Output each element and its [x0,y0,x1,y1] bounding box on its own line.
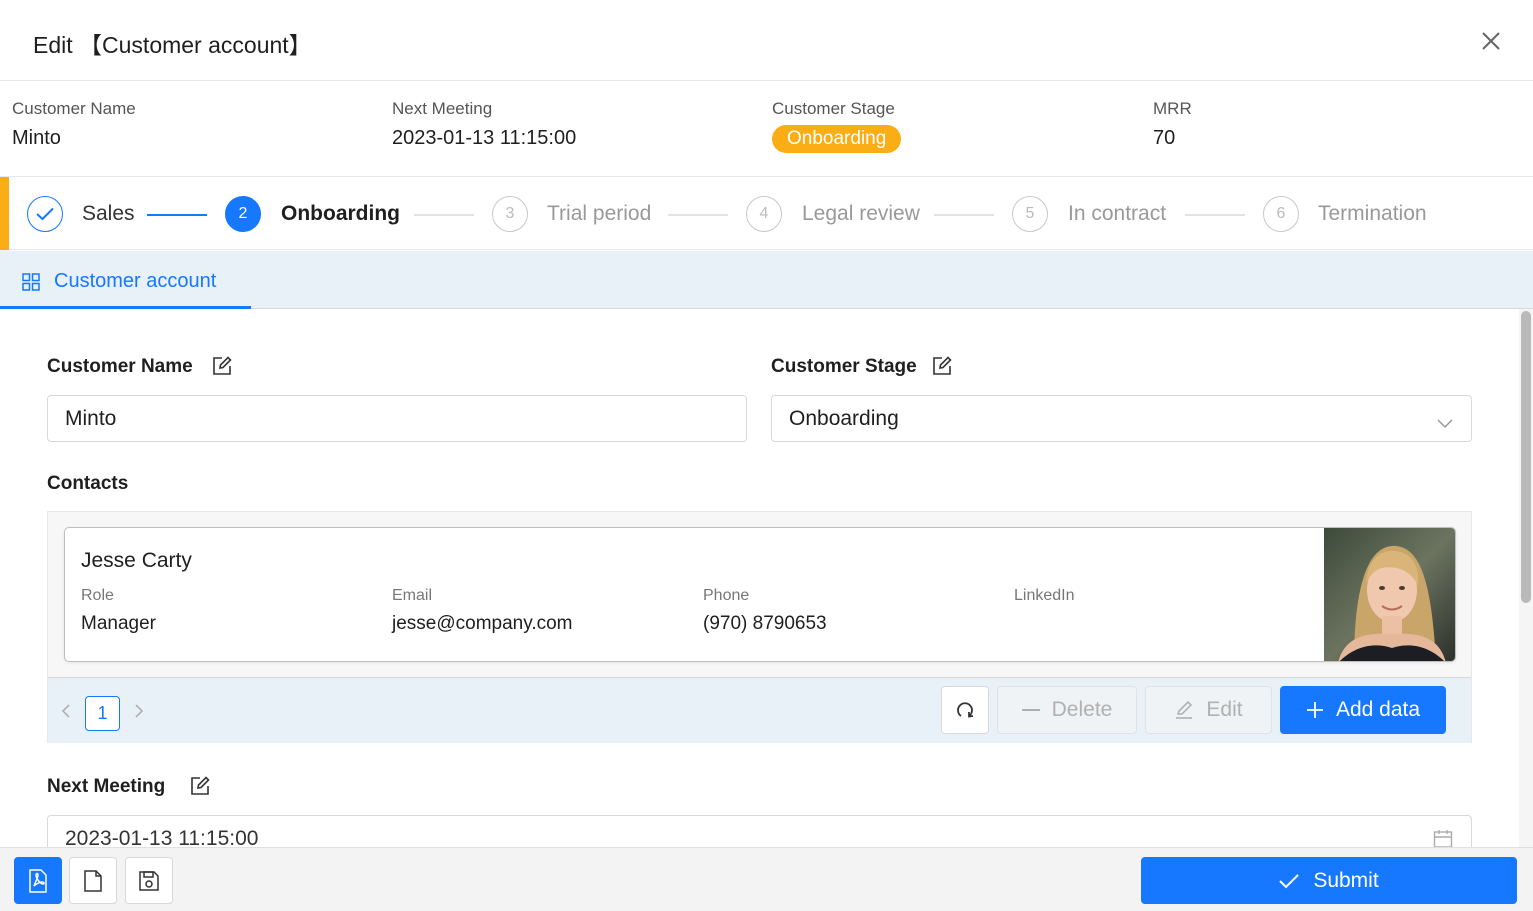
add-data-button[interactable]: Add data [1280,686,1446,734]
chevron-right-icon[interactable] [133,703,145,719]
contact-phone-label: Phone [703,587,750,604]
contact-email: jesse@company.com [392,613,573,634]
check-icon [1279,873,1300,888]
grid-icon [22,273,40,291]
page-number[interactable]: 1 [85,696,120,731]
tab-label: Customer account [54,270,217,292]
plus-icon [1306,702,1323,718]
stage-accent-bar [0,177,9,250]
chevron-left-icon[interactable] [60,703,72,719]
edit-icon[interactable] [190,776,210,796]
delete-button[interactable]: Delete [997,686,1137,734]
step-6-label[interactable]: Termination [1318,202,1427,226]
calendar-icon [1433,829,1453,847]
step-1-check-icon[interactable] [27,196,63,232]
customer-name-label: Customer Name [47,356,193,377]
contact-role: Manager [81,613,156,634]
contacts-toolbar: 1 Delete Edit Add data [48,677,1471,743]
step-1-label[interactable]: Sales [82,202,135,226]
step-4-label[interactable]: Legal review [802,202,920,226]
submit-button[interactable]: Submit [1141,857,1517,904]
save-draft-button[interactable] [125,857,173,904]
step-4-number[interactable]: 4 [746,196,782,232]
status-badge: Onboarding [772,125,902,153]
tab-customer-account[interactable]: Customer account [0,251,251,309]
customer-stage-select[interactable]: Onboarding [771,395,1472,442]
avatar [1324,528,1455,661]
step-5-label[interactable]: In contract [1068,202,1166,226]
refresh-button[interactable] [941,686,989,734]
chevron-down-icon [1437,412,1453,429]
edit-button[interactable]: Edit [1145,686,1272,734]
step-connector [668,214,728,216]
summary-customer-stage: Customer Stage Onboarding [772,99,902,153]
summary-customer-name: Customer Name Minto [12,99,136,149]
customer-stage-value: Onboarding [789,407,899,430]
edit-icon[interactable] [932,356,952,376]
step-3-number[interactable]: 3 [492,196,528,232]
contact-linkedin-label: LinkedIn [1014,587,1075,604]
scrollbar[interactable] [1519,309,1533,847]
stage-steps: Sales 2 Onboarding 3 Trial period 4 Lega… [0,177,1533,250]
next-meeting-input[interactable]: 2023-01-13 11:15:00 [47,815,1472,847]
form-content[interactable]: Customer Name Minto Customer Stage Onboa… [0,309,1519,847]
contact-role-label: Role [81,587,114,604]
contact-card[interactable]: Jesse Carty Role Manager Email jesse@com… [64,527,1456,662]
summary-bar: Customer Name Minto Next Meeting 2023-01… [0,81,1533,177]
step-connector [147,214,207,216]
save-icon [139,870,159,891]
step-2-label[interactable]: Onboarding [281,202,400,226]
refresh-icon [957,702,974,718]
minus-icon [1021,709,1040,711]
dialog-title: Edit 【Customer account】 [33,32,312,58]
step-5-number[interactable]: 5 [1012,196,1048,232]
scrollbar-thumb[interactable] [1521,311,1531,603]
step-connector [1185,214,1245,216]
customer-name-input[interactable]: Minto [47,395,747,442]
file-icon [84,869,102,892]
step-6-number[interactable]: 6 [1263,196,1299,232]
summary-next-meeting: Next Meeting 2023-01-13 11:15:00 [392,99,577,149]
contacts-list: Jesse Carty Role Manager Email jesse@com… [47,511,1472,743]
edit-icon[interactable] [212,356,232,376]
contact-phone: (970) 8790653 [703,613,827,634]
step-connector [934,214,994,216]
contact-name: Jesse Carty [81,549,192,572]
contact-email-label: Email [392,587,433,604]
dialog-footer: Submit [0,847,1533,911]
tab-bar: Customer account [0,251,1533,309]
next-meeting-value: 2023-01-13 11:15:00 [65,827,259,847]
customer-stage-label: Customer Stage [771,356,917,377]
close-icon[interactable] [1476,26,1506,56]
contacts-label: Contacts [47,473,129,494]
step-connector [414,214,474,216]
pdf-icon [29,868,47,893]
pdf-export-button[interactable] [14,857,62,904]
pencil-icon [1176,700,1193,719]
document-button[interactable] [69,857,117,904]
next-meeting-label: Next Meeting [47,776,166,797]
step-2-number[interactable]: 2 [225,196,261,232]
dialog-header: Edit 【Customer account】 [0,0,1533,81]
step-3-label[interactable]: Trial period [547,202,651,226]
summary-mrr: MRR 70 [1153,99,1192,149]
